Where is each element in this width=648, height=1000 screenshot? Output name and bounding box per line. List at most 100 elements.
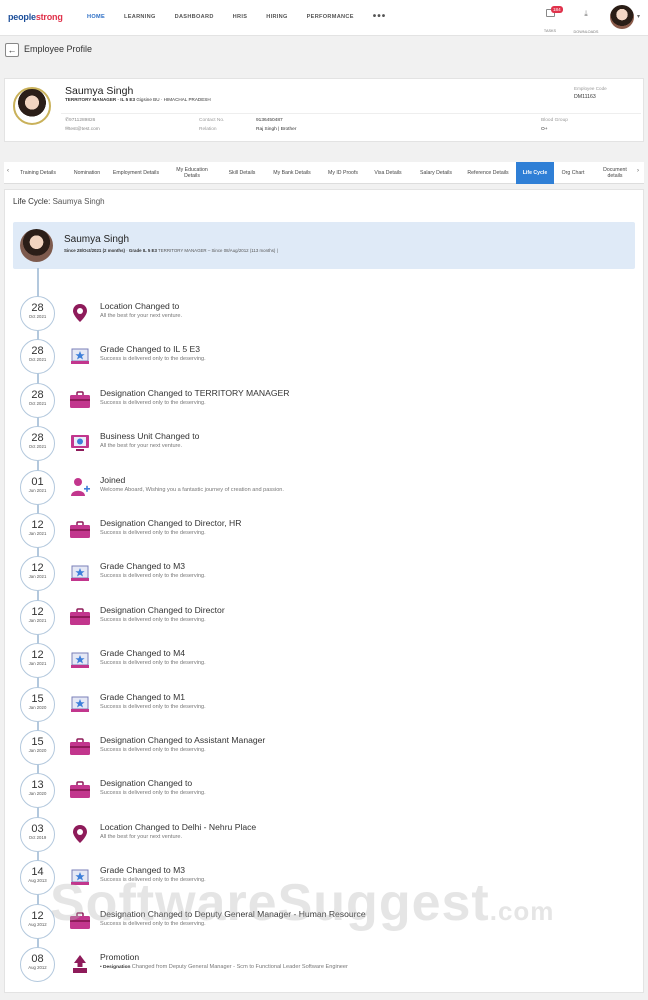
tab-my-bank-details[interactable]: My Bank Details (270, 162, 314, 184)
event-date-badge: 28 Oct 2021 (20, 426, 55, 462)
relation-value: Raj Singh | Brother (256, 127, 297, 132)
main-nav: HOME LEARNING DASHBOARD HRIS HIRING PERF… (87, 12, 405, 22)
tab-document-details[interactable]: Document details (596, 162, 634, 184)
briefcase-icon (69, 737, 91, 757)
event-title: Designation Changed to TERRITORY MANAGER (100, 387, 290, 398)
event-date-badge: 01 Jun 2021 (20, 469, 55, 505)
contact-no-label: Contact No. (199, 118, 225, 123)
top-navigation-bar: peoplestrong HOME LEARNING DASHBOARD HRI… (0, 0, 648, 36)
nav-performance[interactable]: PERFORMANCE (307, 14, 354, 20)
event-title: Grade Changed to M3 (100, 561, 186, 572)
watermark-text: SoftwareSuggest (50, 874, 490, 932)
nav-dashboard[interactable]: DASHBOARD (175, 14, 214, 20)
event-description: Welcome Aboard, Wishing you a fantastic … (100, 486, 284, 493)
event-description: Success is delivered only to the deservi… (100, 356, 206, 363)
downloads-button[interactable]: ⤓ DOWNLOADS (573, 7, 599, 38)
softwaresuggest-watermark: SoftwareSuggest.com (50, 873, 554, 933)
promotion-icon (69, 954, 91, 974)
timeline-event: 28 Oct 2021 Designation Changed to TERRITO… (19, 382, 639, 421)
event-month-year: Jan 2021 (28, 531, 47, 536)
event-day: 28 (31, 302, 44, 314)
event-month-year: Oct 2021 (28, 444, 47, 450)
briefcase-icon (69, 780, 91, 800)
profile-phone-value: 9711289826 (69, 118, 96, 123)
tab-nomination[interactable]: Nomination (64, 162, 110, 184)
event-date-badge: 12 Jan 2021 (20, 556, 55, 592)
watermark-suffix: .com (489, 896, 555, 926)
nav-hiring[interactable]: HIRING (266, 14, 287, 20)
tab-training-details[interactable]: Training Details (16, 162, 60, 184)
event-date-badge: 15 Jan 2020 (20, 686, 55, 722)
event-title: Business Unit Changed to (100, 431, 200, 442)
event-month-year: Jan 2020 (28, 791, 47, 797)
timeline-event: 03 Oct 2019 Location Changed to Delhi - Ne… (19, 816, 639, 855)
event-date-badge: 28 Oct 2021 (20, 339, 55, 375)
event-date-badge: 28 Oct 2021 (20, 296, 55, 331)
profile-name: Saumya Singh (65, 85, 134, 97)
event-title: Designation Changed to (100, 778, 193, 789)
tab-reference-details[interactable]: Reference Details (466, 162, 510, 184)
contact-no: 9136450487 (256, 118, 283, 123)
nav-hris[interactable]: HRIS (233, 14, 248, 20)
timeline-event: 13 Jan 2020 Designation Changed to Success … (19, 773, 639, 811)
tab-employment-details[interactable]: Employment Details (112, 162, 160, 184)
chevron-down-icon[interactable]: ▾ (637, 13, 640, 20)
event-day: 12 (31, 562, 44, 575)
nav-more-icon[interactable]: ••• (373, 12, 387, 22)
grade-icon (69, 346, 91, 366)
event-date-badge: 12 Jan 2021 (20, 513, 55, 548)
profile-avatar (13, 87, 51, 125)
peoplestrong-logo[interactable]: peoplestrong (8, 12, 63, 22)
tab-life-cycle[interactable]: Life Cycle (516, 162, 554, 184)
event-description: Success is delivered only to the deservi… (100, 790, 206, 797)
event-description: Success is delivered only to the deservi… (100, 660, 206, 667)
nav-home[interactable]: HOME (87, 14, 105, 20)
event-day: 15 (31, 692, 44, 705)
event-description: All the best for your next venture. (100, 313, 183, 319)
profile-tabs: ‹ Training Details Nomination Employment… (4, 162, 644, 184)
event-date-badge: 03 Oct 2019 (20, 816, 55, 852)
profile-email: ✉test@test.com (65, 127, 100, 132)
tasks-button[interactable]: 184 TASKS (540, 6, 563, 37)
nav-learning[interactable]: LEARNING (124, 14, 156, 20)
relation-label: Relation (199, 127, 217, 132)
designation-text: TERRITORY MANAGER (158, 248, 207, 253)
tab-skill-details[interactable]: Skill Details (220, 162, 264, 184)
event-description: All the best for your next venture. (100, 833, 183, 840)
timeline-event: 28 Oct 2021 Location Changed to All the bes… (19, 296, 639, 334)
life-cycle-avatar (20, 229, 53, 262)
event-month-year: Aug 2012 (28, 965, 47, 970)
employee-code: DM11163 (574, 94, 596, 100)
event-day: 03 (31, 822, 44, 835)
profile-divider (61, 113, 641, 114)
event-title: Grade Changed to M4 (100, 648, 186, 659)
timeline-event: 12 Jan 2021 Designation Changed to Directo… (19, 513, 639, 551)
briefcase-icon (69, 607, 91, 627)
event-month-year: Oct 2021 (28, 357, 47, 363)
back-button[interactable]: ← (5, 43, 19, 57)
tasks-label: TASKS (543, 29, 557, 33)
event-day: 13 (31, 779, 44, 792)
tabs-scroll-left-icon[interactable]: ‹ (7, 168, 9, 174)
timeline-event: 28 Oct 2021 Grade Changed to IL 5 E3 Succes… (19, 339, 639, 377)
tab-salary-details[interactable]: Salary Details (412, 162, 460, 184)
grade-icon (69, 650, 91, 670)
timeline-event: 15 Jan 2020 Grade Changed to M1 Success is … (19, 686, 639, 725)
event-description-label: • Designation (100, 965, 132, 970)
tab-visa-details[interactable]: Visa Details (368, 162, 408, 184)
tasks-count-badge: 184 (551, 6, 563, 13)
tab-my-education-details[interactable]: My Education Details (168, 162, 216, 184)
tab-my-id-proofs[interactable]: My ID Proofs (320, 162, 366, 184)
downloads-label: DOWNLOADS (573, 30, 599, 34)
employee-code-label: Employee Code (574, 86, 607, 91)
blood-group: O+ (541, 127, 548, 132)
event-description: Success is delivered only to the deservi… (100, 573, 206, 580)
since-designation-text: Since 08/Aug/2012 (113 months) (211, 248, 276, 253)
tabs-scroll-right-icon[interactable]: › (637, 168, 639, 174)
life-cycle-header-name: Saumya Singh (64, 234, 130, 245)
timeline-event: 12 Jan 2021 Grade Changed to M4 Success is … (19, 643, 639, 681)
tab-org-chart[interactable]: Org Chart (556, 162, 590, 184)
event-date-badge: 15 Jan 2020 (20, 730, 55, 765)
user-avatar[interactable] (610, 5, 634, 29)
event-day: 01 (31, 475, 44, 488)
